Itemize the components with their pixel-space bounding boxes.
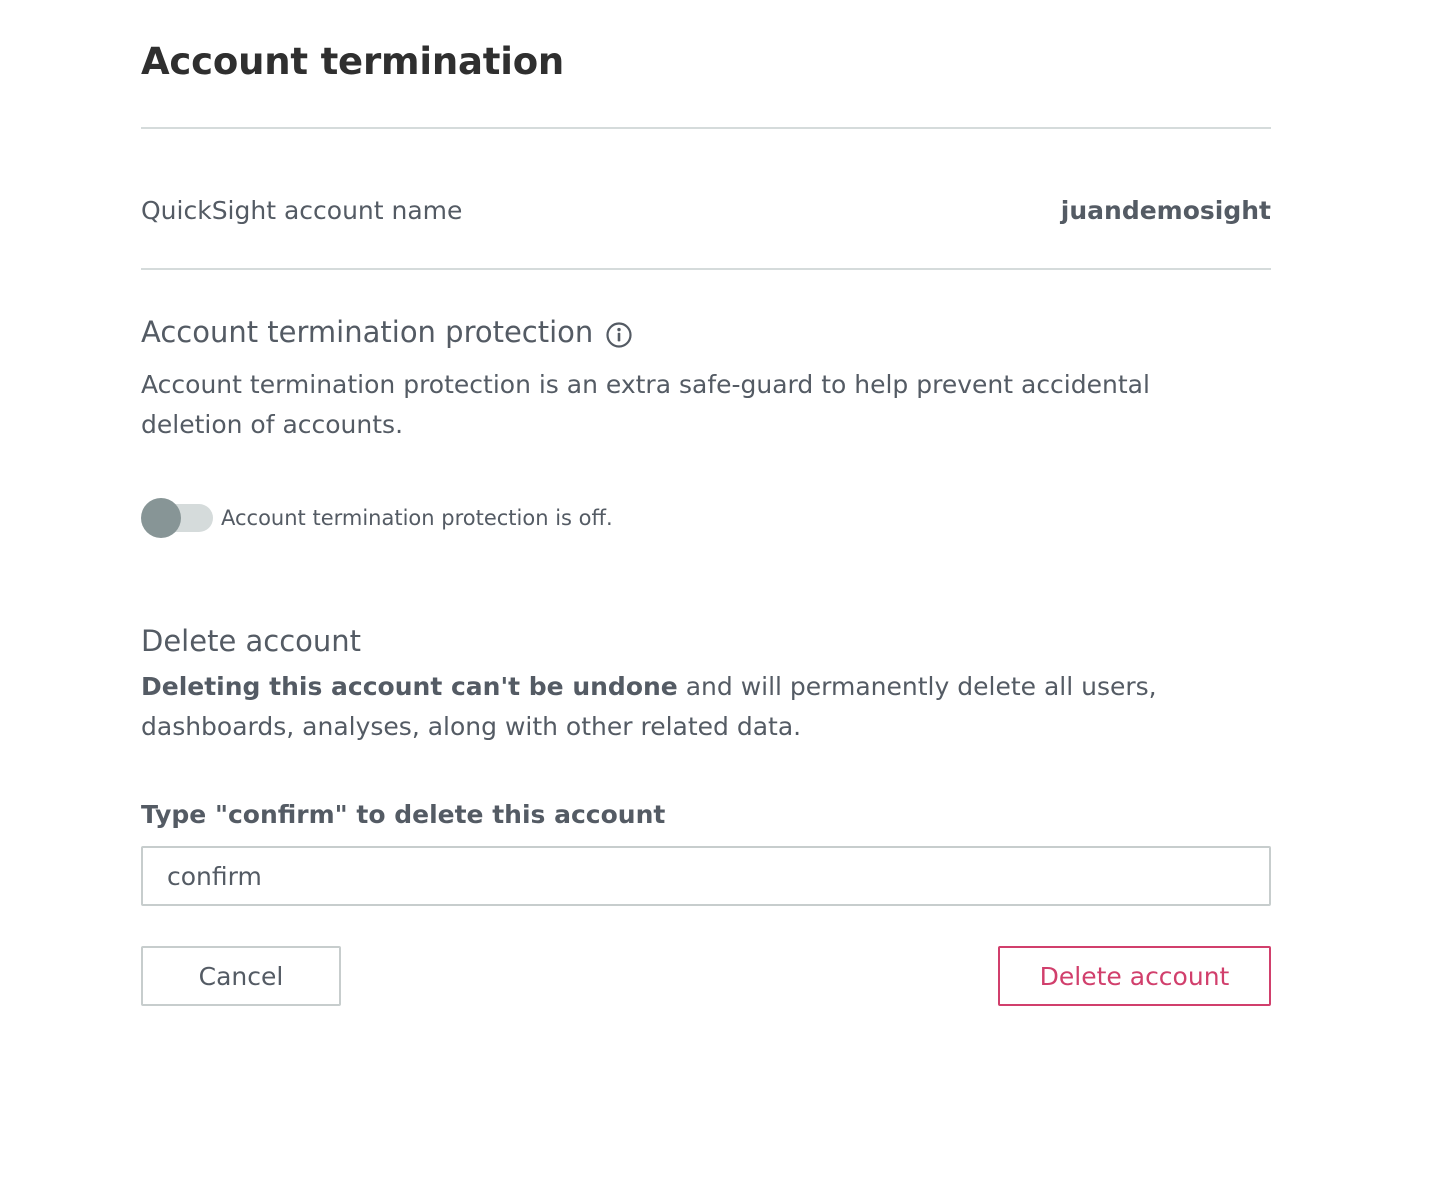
delete-account-button[interactable]: Delete account — [998, 946, 1271, 1006]
title-divider — [141, 127, 1271, 129]
confirm-field-label: Type "confirm" to delete this account — [141, 800, 666, 829]
protection-toggle-status: Account termination protection is off. — [221, 506, 613, 530]
delete-warning-bold: Deleting this account can't be undone — [141, 672, 678, 701]
account-name-value: juandemosight — [1060, 195, 1271, 225]
account-name-row: QuickSight account name juandemosight — [141, 190, 1271, 230]
account-row-divider — [141, 268, 1271, 270]
account-name-label: QuickSight account name — [141, 195, 463, 225]
protection-description: Account termination protection is an ext… — [141, 370, 1150, 439]
protection-heading-text: Account termination protection — [141, 315, 594, 349]
protection-section-heading: Account termination protection — [141, 315, 633, 349]
protection-toggle-row: Account termination protection is off. — [141, 498, 613, 538]
protection-toggle[interactable] — [141, 498, 213, 538]
toggle-knob — [141, 498, 181, 538]
delete-warning: Deleting this account can't be undone an… — [141, 667, 1201, 747]
delete-section-heading: Delete account — [141, 624, 361, 658]
page-title: Account termination — [141, 40, 565, 83]
delete-heading-text: Delete account — [141, 624, 362, 658]
cancel-button[interactable]: Cancel — [141, 946, 341, 1006]
info-circle-icon[interactable] — [605, 321, 633, 349]
confirm-input[interactable] — [141, 846, 1271, 906]
